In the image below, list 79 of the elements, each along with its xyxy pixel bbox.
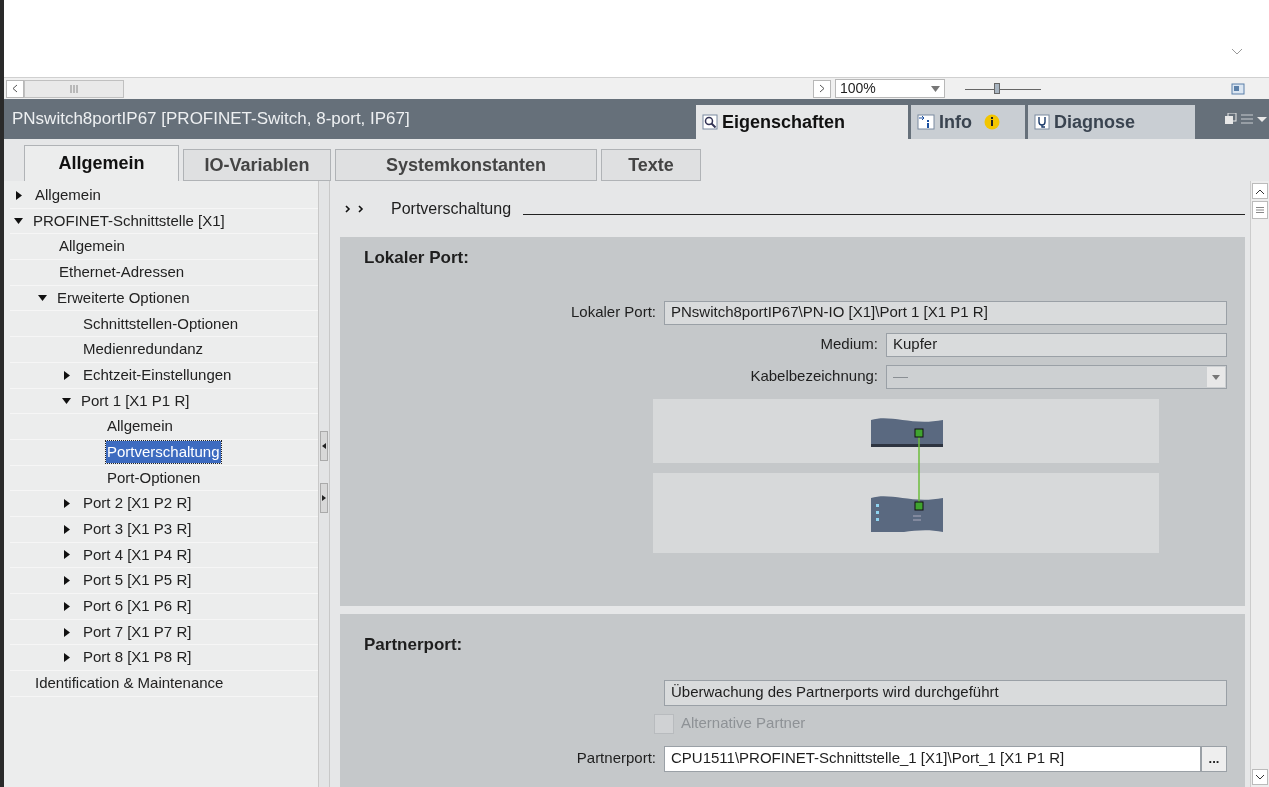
tree-item[interactable]: PROFINET-Schnittstelle [X1] — [32, 209, 226, 233]
info-icon — [917, 114, 935, 130]
tree-item[interactable]: Port 6 [X1 P6 R] — [82, 595, 193, 618]
chevron-up-icon — [1256, 188, 1264, 194]
tree-item[interactable]: Port 5 [X1 P5 R] — [82, 569, 193, 592]
section-heading: Portverschaltung — [391, 199, 512, 219]
panel-tab[interactable]: Eigenschaften — [696, 105, 908, 139]
tree-item[interactable]: Identification & Maintenance — [34, 672, 225, 695]
warning-info-icon — [984, 114, 1000, 130]
tree-item[interactable]: Echtzeit-Einstellungen — [82, 363, 233, 387]
field-label: Medium: — [820, 334, 878, 355]
panel-icon — [1231, 81, 1245, 96]
chevron-down-icon — [1231, 48, 1243, 56]
collapsed-arrow-icon[interactable] — [64, 524, 70, 534]
window-title: PNswitch8portIP67 [PROFINET-Switch, 8-port, IP67] — [11, 108, 411, 131]
input-field[interactable]: CPU1511\PROFINET-Schnittstelle_1 [X1]\Port_1 [X1 P1 R] — [664, 745, 1201, 772]
input-field[interactable]: PNswitch8portIP67\PN-IO [X1]\Port 1 [X1 P1 R] — [664, 300, 1227, 325]
dropdown-caret-icon — [1207, 366, 1225, 387]
tree-item[interactable]: Port-Optionen — [106, 466, 202, 490]
group-heading: Partnerport: — [364, 634, 464, 656]
collapsed-arrow-icon[interactable] — [64, 627, 70, 637]
menu-icon[interactable] — [1241, 113, 1267, 125]
window-restore-icon[interactable] — [1225, 113, 1237, 125]
field-label: Lokaler Port: — [570, 302, 656, 323]
scrollbar-thumb[interactable] — [24, 79, 124, 98]
property-tab[interactable]: Texte — [601, 149, 701, 181]
collapsed-arrow-icon[interactable] — [64, 550, 70, 560]
tree-item[interactable]: Allgemein — [106, 415, 174, 438]
browse-button[interactable]: ... — [1201, 745, 1227, 772]
collapse-left-button[interactable] — [320, 431, 328, 461]
tree-item[interactable]: Port 4 [X1 P4 R] — [82, 543, 193, 567]
zoom-dropdown[interactable]: 100% — [835, 79, 945, 98]
tree-item[interactable]: Allgemein — [58, 235, 126, 258]
chevron-left-icon — [12, 84, 18, 93]
collapsed-arrow-icon[interactable] — [64, 653, 70, 663]
group-heading: Lokaler Port: — [364, 247, 470, 269]
tree-item[interactable]: Port 2 [X1 P2 R] — [82, 492, 193, 515]
collapsed-arrow-icon[interactable] — [64, 576, 70, 586]
chevron-left-icon — [322, 443, 326, 449]
field-label: Partnerport: — [576, 748, 656, 769]
status-field: Überwachung des Partnerports wird durchgeführt — [664, 679, 1227, 706]
collapsed-arrow-icon[interactable] — [16, 190, 22, 200]
tree-item[interactable]: Schnittstellen-Optionen — [82, 312, 240, 336]
stethoscope-icon — [1034, 114, 1050, 130]
chevron-right-icon — [322, 495, 326, 501]
expanded-arrow-icon[interactable] — [14, 218, 23, 225]
magnifier-icon — [702, 114, 718, 130]
expanded-arrow-icon[interactable] — [38, 295, 47, 302]
scroll-down-button[interactable] — [1252, 769, 1268, 785]
scroll-up-button[interactable] — [1252, 183, 1268, 199]
tree-item[interactable]: Port 3 [X1 P3 R] — [82, 518, 193, 541]
collapsed-arrow-icon[interactable] — [64, 499, 70, 509]
zoom-slider[interactable] — [965, 80, 1041, 97]
property-tab[interactable]: Allgemein — [24, 145, 179, 181]
collapsed-arrow-icon[interactable] — [64, 370, 70, 380]
chevron-right-icon — [819, 84, 825, 93]
collapsed-arrow-icon[interactable] — [64, 601, 70, 611]
field-label: Kabelbezeichnung: — [750, 366, 878, 387]
grip-icon — [70, 84, 78, 93]
slider-thumb[interactable] — [994, 82, 1001, 94]
dropdown-caret-icon — [931, 85, 940, 92]
input-field[interactable]: Kupfer — [886, 332, 1227, 357]
panel-tab[interactable]: Info — [911, 105, 1025, 139]
chevron-down-icon — [1256, 774, 1264, 780]
tree-item[interactable]: Portverschaltung — [106, 440, 221, 464]
tree-item[interactable]: Erweiterte Optionen — [56, 286, 191, 310]
tree-item[interactable]: Allgemein — [34, 184, 102, 207]
expanded-arrow-icon[interactable] — [62, 397, 71, 404]
tree-item[interactable]: Port 8 [X1 P8 R] — [82, 646, 193, 669]
panel-tab[interactable]: Diagnose — [1028, 105, 1195, 139]
property-tab[interactable]: Systemkonstanten — [335, 149, 597, 181]
tree-item[interactable]: Ethernet-Adressen — [58, 261, 186, 284]
expand-right-button[interactable] — [320, 483, 328, 513]
tree-item[interactable]: Port 1 [X1 P1 R] — [80, 389, 191, 413]
property-tab[interactable]: IO-Variablen — [183, 149, 331, 181]
tree-item[interactable]: Port 7 [X1 P7 R] — [82, 620, 193, 644]
grip-icon — [1256, 207, 1264, 213]
tree-item[interactable]: Medienredundanz — [82, 338, 205, 361]
scrollbar-thumb[interactable] — [1252, 201, 1268, 219]
